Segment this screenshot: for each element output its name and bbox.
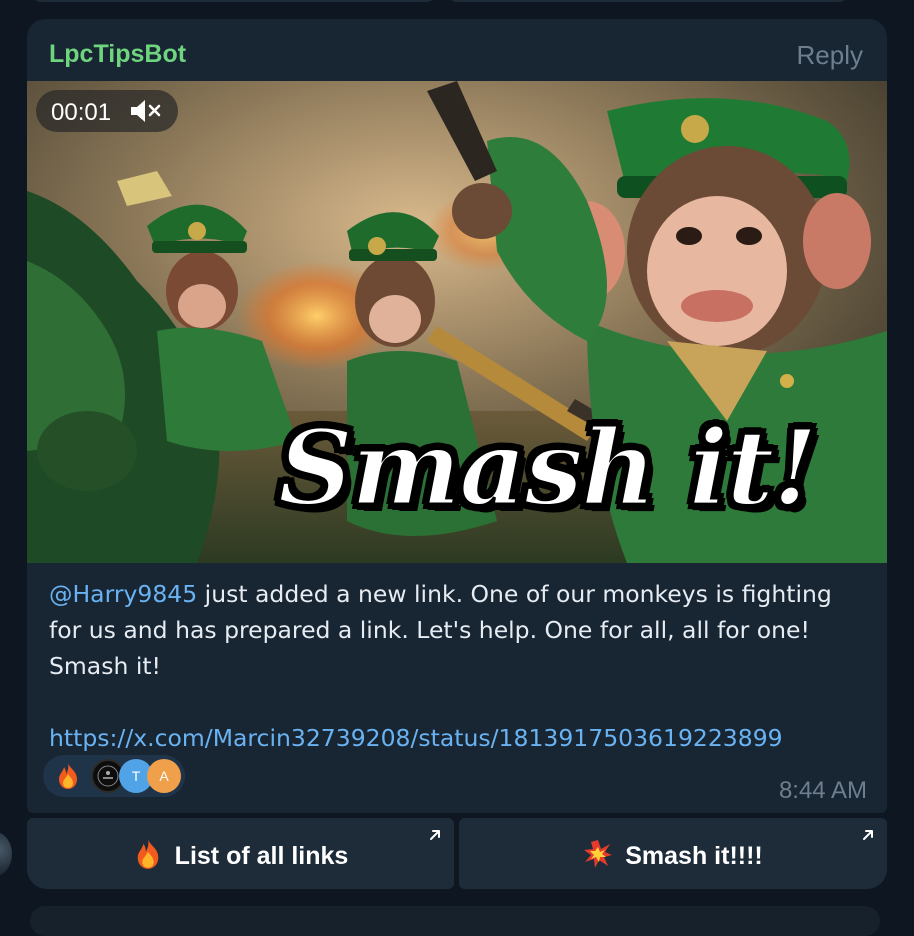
previous-message-stub-left bbox=[30, 0, 438, 2]
smash-it-label: Smash it!!!! bbox=[625, 842, 763, 870]
external-arrow-icon bbox=[863, 830, 873, 840]
list-all-links-label: List of all links bbox=[174, 842, 349, 870]
video-duration-pill[interactable]: 00:01 bbox=[36, 90, 178, 132]
video-preview[interactable]: 00:01 Smash it! bbox=[27, 81, 887, 563]
message-bubble: LpcTipsBot Reply 00:01 Smash it! @Harry9… bbox=[27, 19, 887, 813]
sender-name[interactable]: LpcTipsBot bbox=[49, 40, 186, 69]
collision-emoji-icon bbox=[584, 840, 613, 868]
external-arrow-icon bbox=[430, 830, 440, 840]
message-link[interactable]: https://x.com/Marcin32739208/status/1813… bbox=[49, 724, 783, 752]
reply-button[interactable]: Reply bbox=[797, 40, 863, 71]
message-text: @Harry9845 just added a new link. One of… bbox=[49, 576, 869, 756]
video-duration: 00:01 bbox=[51, 99, 112, 126]
fire-emoji-icon bbox=[137, 839, 158, 869]
fire-emoji-icon bbox=[59, 763, 77, 789]
list-all-links-button[interactable]: List of all links bbox=[27, 818, 454, 889]
reactor-avatar-3: A bbox=[147, 759, 181, 793]
video-caption-overlay: Smash it! bbox=[27, 405, 887, 531]
video-caption-text: Smash it! bbox=[276, 405, 819, 531]
message-time: 8:44 AM bbox=[778, 777, 867, 804]
reaction-chip[interactable]: T A bbox=[43, 755, 185, 797]
smash-it-button[interactable]: Smash it!!!! bbox=[459, 818, 887, 889]
bot-avatar[interactable] bbox=[0, 832, 12, 876]
muted-speaker-icon[interactable] bbox=[129, 98, 163, 124]
previous-message-stub-right bbox=[446, 0, 850, 2]
user-mention[interactable]: @Harry9845 bbox=[49, 580, 197, 608]
next-message-stub bbox=[30, 906, 880, 936]
